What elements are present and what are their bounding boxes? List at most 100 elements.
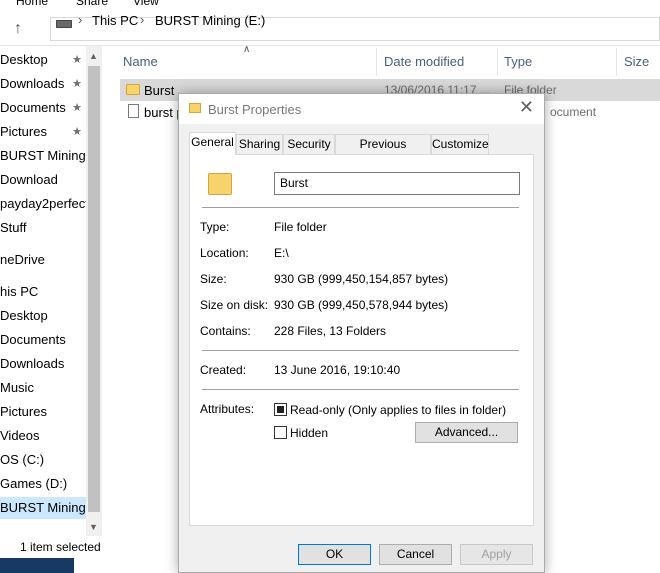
chevron-right-icon[interactable]: › — [78, 12, 82, 27]
nav-item-os-c[interactable]: OS (C:) — [0, 449, 86, 471]
nav-item-games-d[interactable]: Games (D:) — [0, 473, 86, 495]
column-divider[interactable] — [497, 48, 498, 76]
nav-item-pictures[interactable]: Pictures ★ — [0, 121, 86, 143]
column-header-size[interactable]: Size — [624, 54, 649, 69]
sort-ascending-icon: ∧ — [243, 44, 251, 55]
status-bar: 1 item selected — [0, 536, 180, 558]
nav-item-desktop[interactable]: Desktop ★ — [0, 49, 86, 71]
pin-icon: ★ — [72, 78, 82, 90]
breadcrumb-this-pc[interactable]: This PC — [92, 13, 138, 28]
location-value: E:\ — [274, 246, 289, 260]
nav-item-label: Documents — [0, 332, 66, 347]
nav-item-burst-mining-2[interactable]: BURST Mining (E — [0, 497, 86, 519]
nav-item-stuff[interactable]: Stuff — [0, 217, 86, 239]
nav-item-this-pc[interactable]: his PC — [0, 281, 86, 303]
row-type: ocument — [550, 105, 597, 119]
pin-icon: ★ — [72, 126, 82, 138]
pin-icon: ★ — [72, 54, 82, 66]
breadcrumb-burst-mining[interactable]: BURST Mining (E:) — [155, 13, 265, 28]
nav-item-label: Pictures — [0, 124, 47, 139]
column-header-date[interactable]: Date modified — [384, 54, 464, 69]
tab-customize[interactable]: Customize — [431, 134, 489, 154]
properties-dialog: Burst Properties ✕ General Sharing Secur… — [178, 93, 545, 573]
nav-item-label: Videos — [0, 428, 40, 443]
hidden-checkbox[interactable] — [274, 426, 287, 439]
ok-button[interactable]: OK — [298, 544, 371, 565]
chevron-right-icon[interactable]: › — [140, 12, 144, 27]
divider — [202, 350, 519, 351]
column-divider[interactable] — [376, 48, 377, 76]
tab-share[interactable]: Share — [76, 0, 108, 8]
column-divider[interactable] — [616, 48, 617, 76]
nav-item-documents-2[interactable]: Documents — [0, 329, 86, 351]
nav-item-label: payday2perfectio — [0, 196, 86, 211]
apply-button[interactable]: Apply — [460, 544, 533, 565]
chevron-up-icon[interactable]: ▲ — [89, 51, 98, 61]
ribbon-tabs: Home Share View — [0, 0, 660, 10]
created-value: 13 June 2016, 19:10:40 — [274, 363, 401, 377]
nav-item-label: Stuff — [0, 220, 27, 235]
nav-item-label: neDrive — [0, 252, 45, 267]
navigation-pane: Desktop ★ Downloads ★ Documents ★ Pictures ★… — [0, 46, 86, 536]
chevron-down-icon[interactable]: ▼ — [89, 522, 98, 532]
size-label: Size: — [200, 272, 227, 286]
column-header-name[interactable]: Name — [123, 54, 158, 69]
dialog-titlebar[interactable]: Burst Properties ✕ — [179, 94, 544, 124]
nav-item-label: Music — [0, 380, 34, 395]
nav-item-downloads-2[interactable]: Downloads — [0, 353, 86, 375]
size-on-disk-value: 930 GB (999,450,578,944 bytes) — [274, 298, 449, 312]
nav-item-pictures-2[interactable]: Pictures — [0, 401, 86, 423]
nav-item-label: BURST Mining (E — [0, 500, 86, 515]
general-panel: Burst Type: File folder Location: E:\ Si… — [189, 154, 534, 526]
folder-icon — [126, 84, 140, 95]
nav-item-label: Downloads — [0, 356, 65, 371]
divider — [202, 207, 519, 208]
close-icon[interactable]: ✕ — [519, 98, 534, 116]
nav-item-documents[interactable]: Documents ★ — [0, 97, 86, 119]
nav-item-download[interactable]: Download — [0, 169, 86, 191]
nav-item-label: his PC — [0, 284, 39, 299]
hidden-label[interactable]: Hidden — [290, 426, 328, 440]
cancel-button[interactable]: Cancel — [379, 544, 452, 565]
nav-item-label: Games (D:) — [0, 476, 68, 491]
nav-item-label: Documents — [0, 100, 66, 115]
advanced-button[interactable]: Advanced... — [415, 422, 518, 443]
nav-item-label: Download — [0, 172, 58, 187]
divider — [202, 389, 519, 390]
folder-name-field[interactable]: Burst — [274, 172, 520, 195]
location-label: Location: — [200, 246, 249, 260]
tab-home[interactable]: Home — [16, 0, 48, 8]
contains-value: 228 Files, 13 Folders — [274, 324, 387, 338]
nav-item-downloads[interactable]: Downloads ★ — [0, 73, 86, 95]
size-value: 930 GB (999,450,154,857 bytes) — [274, 272, 449, 286]
nav-item-burst-mining[interactable]: BURST Mining (E — [0, 145, 86, 167]
nav-item-label: OS (C:) — [0, 452, 45, 467]
readonly-checkbox[interactable] — [274, 403, 287, 416]
status-text: 1 item selected — [20, 540, 101, 554]
readonly-label[interactable]: Read-only (Only applies to files in fold… — [290, 403, 506, 417]
row-name: Burst — [144, 83, 175, 98]
contains-label: Contains: — [200, 324, 251, 338]
scrollbar-thumb[interactable] — [88, 66, 100, 512]
nav-scrollbar[interactable]: ▲ ▼ — [86, 46, 102, 536]
nav-item-label: Downloads — [0, 76, 65, 91]
nav-item-videos[interactable]: Videos — [0, 425, 86, 447]
folder-icon — [208, 173, 232, 195]
dialog-title: Burst Properties — [208, 102, 302, 117]
folder-icon — [189, 103, 201, 113]
document-icon — [128, 104, 139, 118]
pin-icon: ★ — [72, 102, 82, 114]
tab-previous-versions[interactable]: Previous Versions — [335, 134, 431, 169]
nav-item-payday2[interactable]: payday2perfectio — [0, 193, 86, 215]
nav-item-music[interactable]: Music — [0, 377, 86, 399]
nav-item-desktop-2[interactable]: Desktop — [0, 305, 86, 327]
nav-item-label: Pictures — [0, 404, 47, 419]
up-arrow-icon[interactable]: ↑ — [8, 20, 28, 38]
column-header-type[interactable]: Type — [504, 54, 532, 69]
attributes-label: Attributes: — [200, 402, 255, 416]
nav-item-onedrive[interactable]: neDrive — [0, 249, 86, 271]
tab-view[interactable]: View — [133, 0, 159, 8]
tab-general[interactable]: General — [189, 132, 236, 155]
tab-sharing[interactable]: Sharing — [236, 134, 283, 154]
tab-security[interactable]: Security — [283, 134, 335, 154]
